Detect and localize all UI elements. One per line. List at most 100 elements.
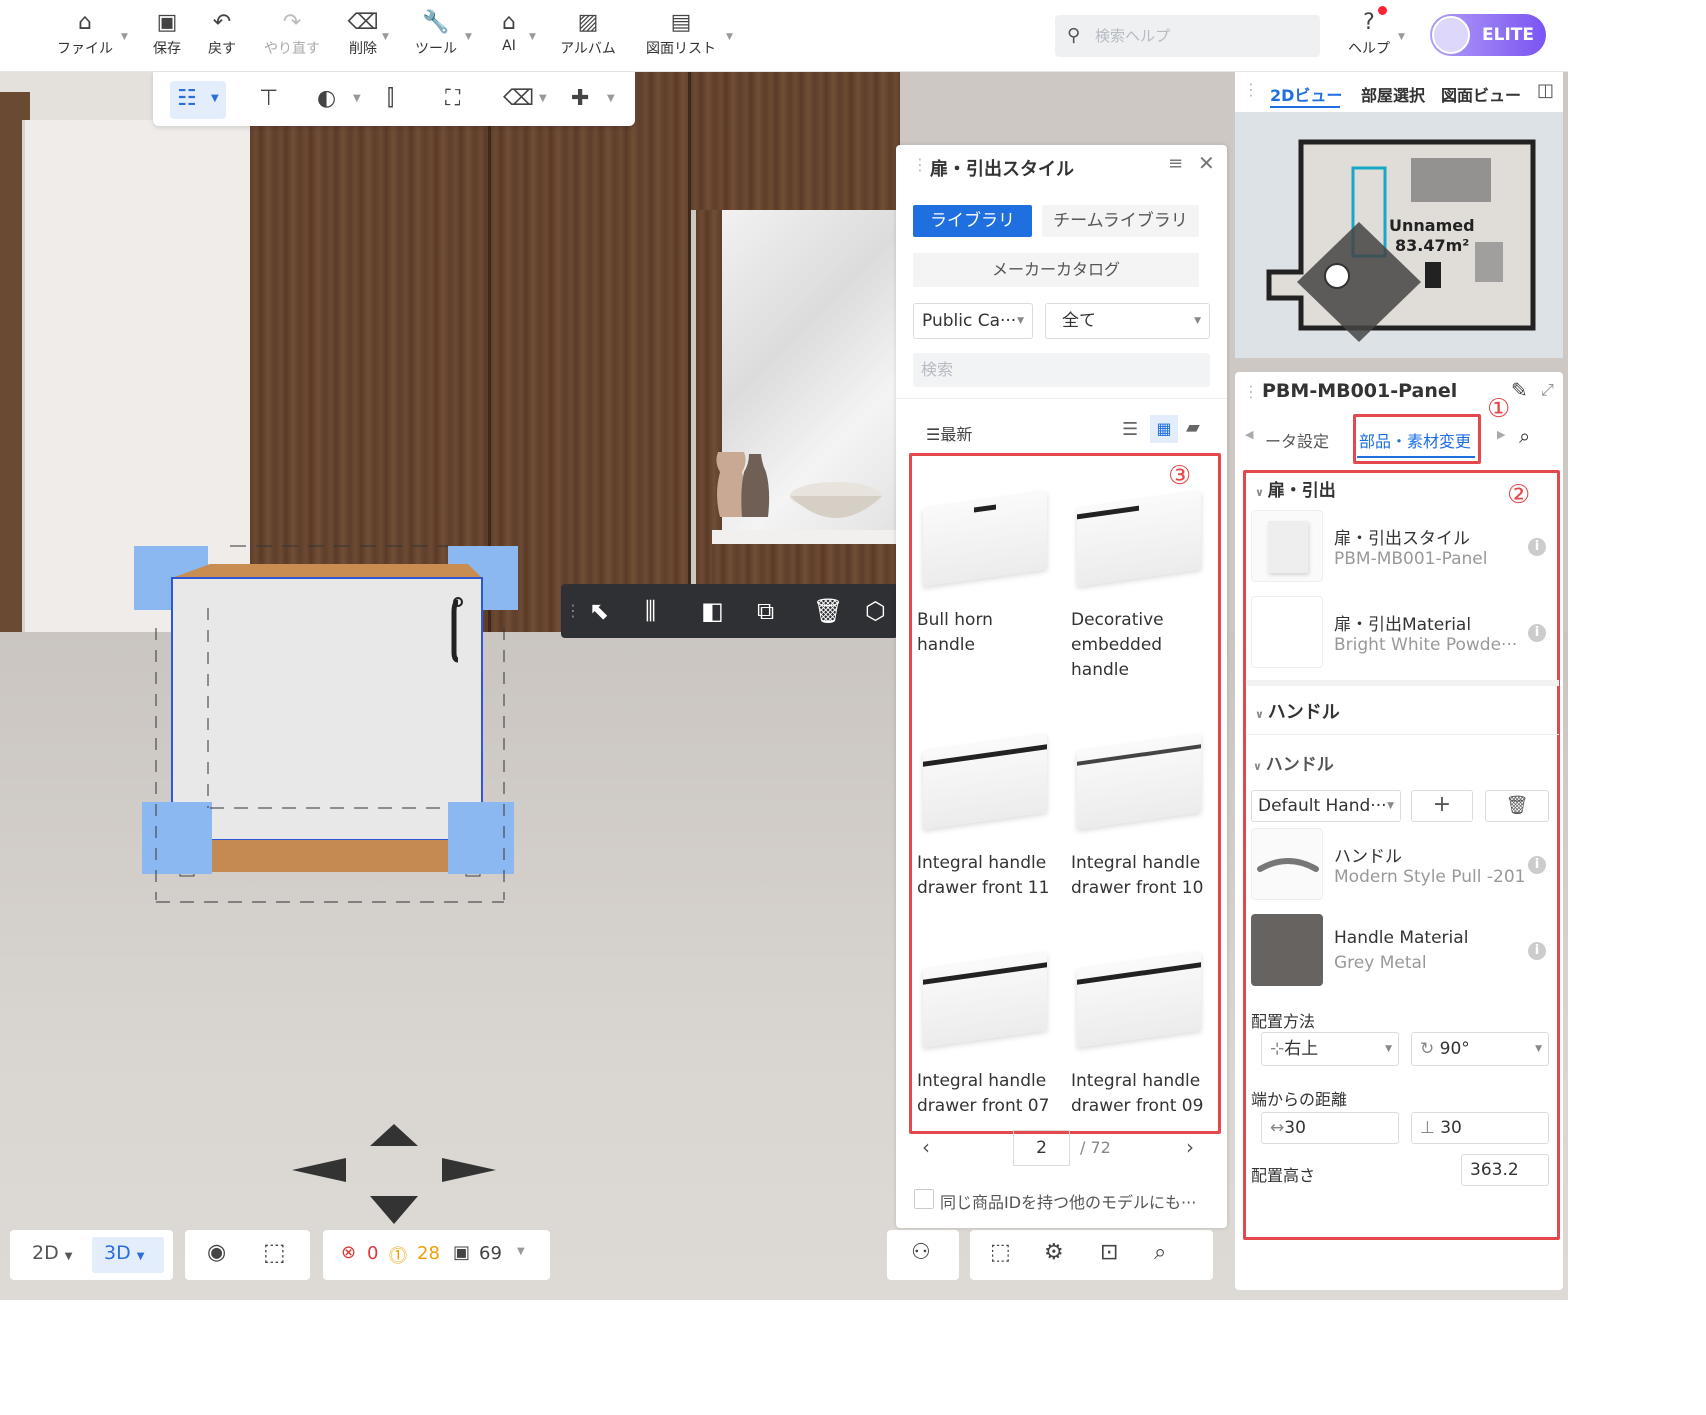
library-search-input[interactable]: 検索 [913, 353, 1210, 387]
palette-icon[interactable]: ◐ [317, 84, 336, 114]
tab-room-select[interactable]: 部屋選択 [1361, 82, 1425, 106]
chevron-down-icon[interactable]: ▼ [465, 32, 472, 42]
expand-icon[interactable]: ◫ [1537, 80, 1554, 101]
focus-icon[interactable]: ⊡ [1100, 1240, 1118, 1265]
menu-icon[interactable]: ≡ [1168, 153, 1183, 174]
cube-icon[interactable]: ⬚ [263, 1238, 286, 1266]
edit-icon[interactable]: ✎ [1511, 378, 1528, 402]
filter-select[interactable]: 全て ▼ [1045, 303, 1210, 339]
cabinet-model[interactable] [130, 544, 530, 904]
tab-param-settings[interactable]: ータ設定 [1265, 428, 1329, 452]
trash-icon[interactable]: 🗑 [1485, 790, 1549, 822]
view-2d-button[interactable]: 2D ▼ [32, 1242, 72, 1264]
info-icon[interactable]: i [1528, 624, 1546, 642]
handle-thumbnail[interactable] [1251, 828, 1323, 900]
placement-angle-select[interactable]: ↻ 90° ▼ [1411, 1032, 1549, 1066]
help-button[interactable]: ? ヘルプ [1345, 8, 1393, 64]
plugin-icon[interactable]: ✚ [571, 84, 589, 114]
frame-select-icon[interactable]: ⛶ [445, 84, 460, 114]
drag-handle-icon[interactable]: ⋮ [565, 596, 581, 626]
edge-x-input[interactable]: ↔30 [1261, 1112, 1399, 1144]
toggle-panel-button[interactable]: ⚇ [887, 1230, 959, 1280]
chevron-down-icon: ▼ [1387, 801, 1394, 811]
delete-button[interactable]: ⌫ 削除 [343, 8, 383, 64]
section-handle-header[interactable]: ∨ ハンドル [1255, 698, 1340, 724]
tab-library[interactable]: ライブラリ [913, 205, 1032, 237]
list-view-icon[interactable]: ☰ [1122, 419, 1138, 440]
chevron-down-icon[interactable]: ▼ [1398, 32, 1405, 42]
chevron-down-icon[interactable]: ▼ [121, 32, 128, 42]
door-material-thumbnail[interactable] [1251, 596, 1323, 668]
redo-button[interactable]: ↷ やり直す [262, 8, 322, 64]
drag-handle-icon[interactable]: ⋮ [1243, 80, 1259, 99]
tools-button[interactable]: 🔧 ツール [412, 8, 460, 64]
door-style-thumbnail[interactable] [1251, 510, 1323, 582]
grid-view-icon[interactable]: ▦ [1150, 415, 1178, 443]
floorplan-view[interactable]: Unnamed 83.47m² [1235, 112, 1563, 358]
panel-edit-icon[interactable]: ☷ [177, 84, 197, 114]
zoom-fit-icon[interactable]: ⌕ [1154, 1240, 1166, 1265]
chevron-down-icon[interactable]: ▼ [726, 32, 733, 42]
help-search-input[interactable]: ⚲ 検索ヘルプ [1055, 15, 1320, 57]
status-counters[interactable]: ⊗ 0 ⓵ 28 ▣ 69 ▼ [323, 1230, 550, 1280]
select-similar-icon[interactable]: ⬉ [589, 596, 609, 626]
maker-catalog-button[interactable]: メーカーカタログ [913, 253, 1199, 287]
account-badge[interactable]: ELITE [1430, 14, 1546, 56]
ai-button[interactable]: ⌂ AI [492, 8, 526, 64]
camera-settings-icon[interactable]: ⚙ [1044, 1240, 1064, 1265]
info-icon[interactable]: i [1528, 942, 1546, 960]
chevron-left-icon[interactable]: ◀ [1245, 428, 1253, 441]
handle-material-value: Grey Metal [1334, 953, 1427, 973]
catalog-select[interactable]: Public Ca··· ▼ [913, 303, 1033, 339]
duplicate-icon[interactable]: ⧉ [757, 596, 774, 626]
eraser-icon[interactable]: ⌫ [503, 84, 534, 114]
page-input[interactable]: 2 [1013, 1130, 1070, 1166]
paint-roller-icon[interactable]: ⊤ [259, 84, 278, 114]
info-icon[interactable]: i [1528, 856, 1546, 874]
subsection-handle-header[interactable]: ∨ ハンドル [1253, 750, 1334, 775]
search-icon[interactable]: ⌕ [1519, 424, 1530, 448]
tab-team-library[interactable]: チームライブラリ [1042, 205, 1199, 237]
eye-icon[interactable]: ◉ [207, 1240, 226, 1265]
file-button[interactable]: ⌂ ファイル [55, 8, 115, 64]
drag-handle-icon[interactable]: ⋮ [912, 155, 928, 174]
section-door-header[interactable]: ∨ 扉・引出 [1255, 476, 1336, 501]
info-icon[interactable]: i [1528, 538, 1546, 556]
handle-material-thumbnail[interactable] [1251, 914, 1323, 986]
placement-height-input[interactable]: 363.2 [1461, 1154, 1549, 1186]
chevron-right-icon[interactable]: ▶ [1497, 428, 1505, 441]
drag-handle-icon[interactable]: ⋮ [1243, 382, 1259, 401]
same-id-checkbox[interactable] [914, 1189, 934, 1209]
trash-icon[interactable]: 🗑 [813, 596, 843, 626]
material-icon[interactable]: ⬡ [865, 596, 886, 626]
chevron-down-icon[interactable]: ▼ [211, 84, 219, 114]
tab-drawing-view[interactable]: 図面ビュー [1441, 82, 1521, 106]
chevron-down-icon[interactable]: ▼ [353, 84, 361, 114]
folder-icon[interactable]: ▰ [1186, 417, 1200, 438]
prev-page-icon[interactable]: ‹ [922, 1135, 930, 1159]
tab-2d-view[interactable]: 2Dビュー [1270, 82, 1342, 106]
chevron-down-icon[interactable]: ▼ [539, 84, 547, 114]
add-handle-button[interactable]: + [1411, 790, 1473, 822]
split-icon[interactable]: ⫼ [645, 596, 656, 626]
drawing-list-button[interactable]: ▤ 図面リスト [642, 8, 720, 64]
split-panel-icon[interactable]: ⫿ [387, 84, 394, 114]
album-button[interactable]: ▨ アルバム [556, 8, 620, 64]
edge-y-input[interactable]: ⊥ 30 [1411, 1112, 1549, 1144]
undo-button[interactable]: ↶ 戻す [203, 8, 241, 64]
sort-dropdown[interactable]: ☰最新 [926, 421, 972, 445]
placement-position-select[interactable]: ⊹右上 ▼ [1261, 1032, 1399, 1066]
chevron-down-icon[interactable]: ▼ [529, 32, 536, 42]
chevron-down-icon[interactable]: ▼ [382, 32, 389, 42]
screen-icon: ▣ [453, 1242, 471, 1263]
chevron-down-icon[interactable]: ▼ [607, 84, 615, 114]
handle-select[interactable]: Default Hand··· ▼ [1251, 790, 1401, 822]
view-3d-button[interactable]: 3D ▼ [104, 1242, 144, 1264]
camera-frame-icon[interactable]: ⬚ [990, 1240, 1011, 1265]
next-page-icon[interactable]: › [1186, 1135, 1194, 1159]
save-button[interactable]: ▣ 保存 [148, 8, 186, 64]
annotation-marker: ① [1487, 394, 1511, 424]
expand-icon[interactable]: ⤢ [1541, 380, 1554, 400]
door-icon[interactable]: ◧ [701, 596, 724, 626]
close-icon[interactable]: ✕ [1198, 151, 1215, 175]
